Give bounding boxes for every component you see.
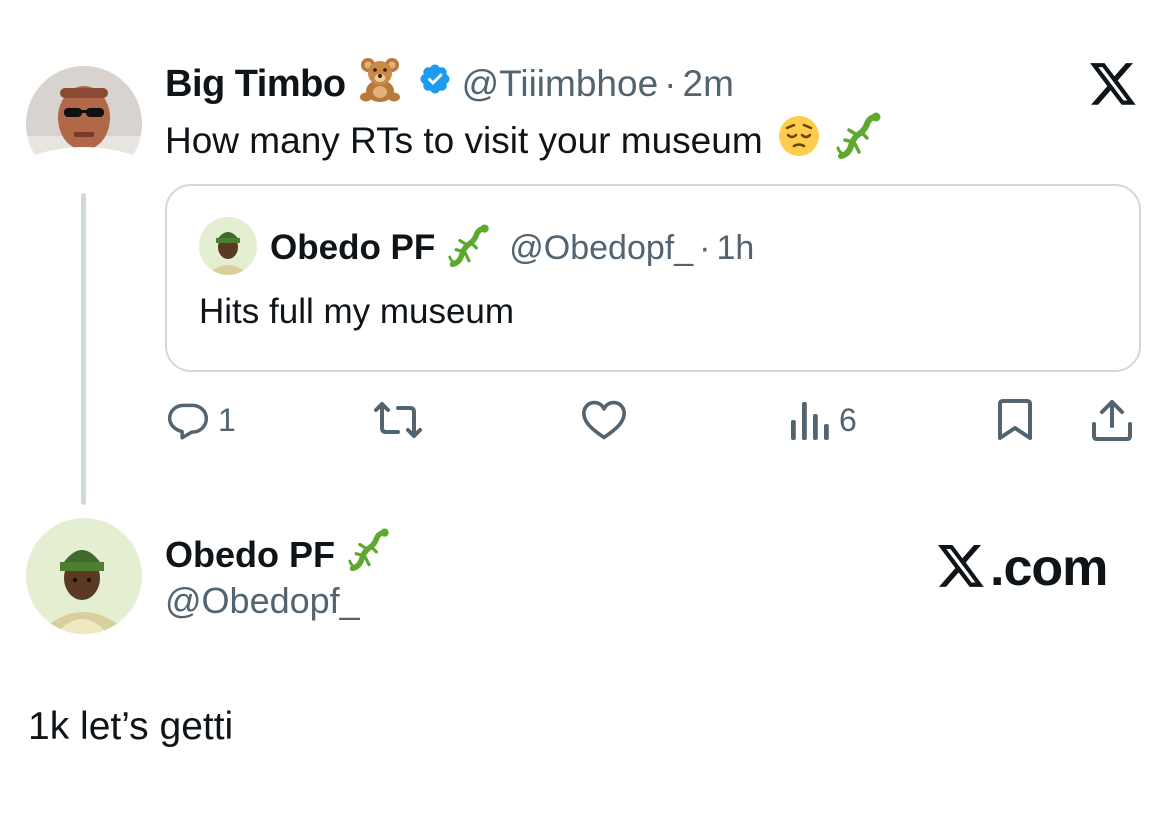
x-logo-icon <box>1088 63 1138 114</box>
x-com-watermark: .com <box>934 538 1108 598</box>
like-icon <box>580 398 628 442</box>
tweet-text: How many RTs to visit your museum <box>165 112 883 169</box>
views-icon <box>789 398 831 442</box>
reply-button[interactable]: 1 <box>166 398 236 442</box>
bookmark-icon <box>996 398 1034 442</box>
reply-count: 1 <box>218 401 236 438</box>
avatar-obedo-small[interactable] <box>199 217 257 275</box>
quoted-tweet-card[interactable] <box>165 184 1141 372</box>
profile-name[interactable]: Obedo PF <box>165 534 335 576</box>
share-button[interactable] <box>1090 398 1134 442</box>
author-handle[interactable]: @Tiiimbhoe <box>462 63 659 105</box>
lizard-emoji-icon <box>835 112 883 169</box>
share-icon <box>1090 398 1134 442</box>
verified-badge-icon <box>418 62 452 106</box>
reply-icon <box>166 398 210 442</box>
tweet-header: Big Timbo @Tiiimbhoe · 2m <box>165 58 734 110</box>
profile-name-row: Obedo PF <box>165 528 391 581</box>
tweet-time[interactable]: 2m <box>683 63 734 105</box>
avatar-obedo[interactable] <box>26 518 142 634</box>
author-name[interactable]: Big Timbo <box>165 63 346 106</box>
quoted-tweet-header: Obedo PF @Obedopf_ · 1h <box>270 223 754 273</box>
quoted-author-handle[interactable]: @Obedopf_ <box>509 229 693 268</box>
watermark-text: .com <box>990 539 1108 597</box>
quoted-author-name[interactable]: Obedo PF <box>270 228 435 268</box>
thread-line <box>81 193 86 505</box>
tweet-text-content: How many RTs to visit your museum <box>165 119 763 161</box>
reply-text: 1k let’s getti <box>28 705 234 748</box>
lizard-emoji-icon <box>347 528 391 581</box>
pensive-face-emoji-icon <box>777 114 821 167</box>
teddy-bear-emoji-icon <box>356 55 404 113</box>
separator-dot: · <box>699 228 711 267</box>
views-count: 6 <box>839 401 857 438</box>
retweet-icon <box>372 398 424 442</box>
avatar-big-timbo[interactable] <box>26 66 142 182</box>
retweet-button[interactable] <box>372 398 424 442</box>
bookmark-button[interactable] <box>996 398 1034 442</box>
like-button[interactable] <box>580 398 628 442</box>
quoted-tweet-text: Hits full my museum <box>199 292 515 331</box>
separator-dot: · <box>664 63 677 104</box>
views-button[interactable]: 6 <box>789 398 857 442</box>
lizard-emoji-icon <box>447 223 491 273</box>
x-logo-icon <box>934 545 990 591</box>
quoted-tweet-time[interactable]: 1h <box>716 229 754 268</box>
profile-handle[interactable]: @Obedopf_ <box>165 580 360 622</box>
